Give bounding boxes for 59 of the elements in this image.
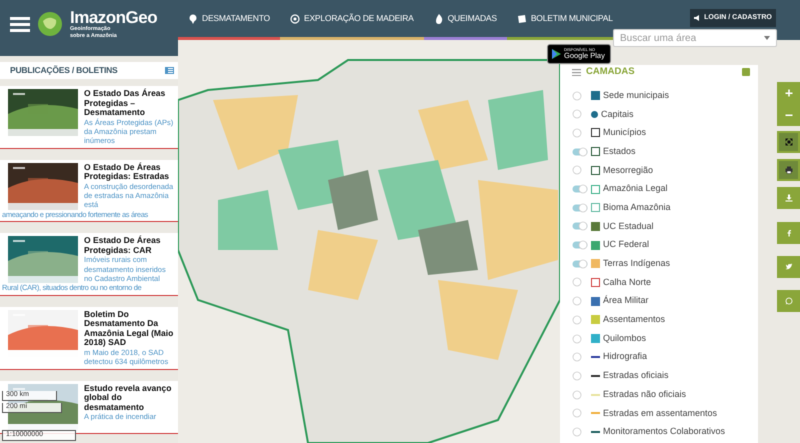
bird-icon <box>784 262 794 272</box>
zoom-out-button[interactable] <box>777 104 800 126</box>
layer-label: Sede municipais <box>603 88 670 102</box>
sidebar-title: PUBLICAÇÕES / BOLETINS <box>10 64 118 77</box>
layer-label: Estradas em assentamentos <box>603 406 718 420</box>
layer-label: Assentamentos <box>603 313 666 326</box>
whatsapp-button[interactable] <box>777 290 800 312</box>
menu-icon[interactable] <box>10 16 30 32</box>
download-button[interactable] <box>777 187 800 209</box>
target-icon <box>290 14 300 24</box>
toggle-switch[interactable] <box>572 202 588 213</box>
layer-label: Amazônia Legal <box>603 182 668 196</box>
twitter-button[interactable] <box>777 256 800 278</box>
plus-icon <box>784 88 794 98</box>
chat-bubble-icon <box>784 296 794 306</box>
layer-label: UC Federal <box>603 238 650 252</box>
layer-label: Municípios <box>603 126 646 140</box>
download-icon <box>784 193 794 203</box>
layer-label: UC Estadual <box>603 220 654 233</box>
publication-title: O Estado Das Áreas Protegidas – Desmatamento <box>84 89 166 118</box>
layer-label: Terras Indígenas <box>603 257 670 270</box>
layer-label: Estados <box>603 144 636 158</box>
caret-icon <box>764 36 770 40</box>
fullscreen-icon <box>784 137 794 147</box>
toggle-switch[interactable] <box>572 146 588 157</box>
publication-title: O Estado De Áreas Protegidas: CAR <box>84 236 162 256</box>
fullscreen-button[interactable] <box>777 131 800 153</box>
publication-title: Estudo revela avanço global do desmatamento <box>84 384 172 412</box>
layer-label: Hidrografia <box>603 350 648 364</box>
layer-label: Estradas não oficiais <box>603 388 686 401</box>
layer-label: Quilombos <box>603 332 646 345</box>
list-icon[interactable] <box>165 67 174 74</box>
globe-icon <box>37 11 63 37</box>
layers-title: CAMADAS <box>586 65 635 79</box>
layer-label: Mesorregião <box>603 164 654 177</box>
layer-label: Monitoramentos Colaborativos <box>603 425 726 438</box>
layer-label: Estradas oficiais <box>603 369 669 382</box>
play-icon <box>552 49 561 59</box>
layer-label: Calha Norte <box>603 276 652 289</box>
collapse-button[interactable] <box>742 68 750 76</box>
toggle-switch[interactable] <box>572 240 588 250</box>
layer-label: Capitais <box>601 108 634 121</box>
toggle-switch[interactable] <box>572 184 588 194</box>
layer-label: Bioma Amazônia <box>603 200 671 214</box>
nav-tab[interactable]: DESMATAMENTO <box>178 0 280 40</box>
toggle-switch[interactable] <box>572 258 588 269</box>
logo-text: ImazonGeo <box>70 9 158 26</box>
publication-title: Boletim Do Desmatamento Da Amazônia Legal (Maio 2018) SAD <box>84 310 174 348</box>
publication-title: O Estado De Áreas Protegidas: Estradas <box>84 162 170 182</box>
zoom-in-button[interactable] <box>777 82 800 104</box>
speaker-icon <box>694 15 702 21</box>
printer-icon <box>784 165 794 175</box>
print-button[interactable] <box>777 159 800 181</box>
facebook-button[interactable] <box>777 222 800 244</box>
nav-tab[interactable]: EXPLORAÇÃO DE MADEIRA <box>280 0 424 40</box>
nav-tab[interactable]: QUEIMADAS <box>424 0 507 40</box>
toggle-switch[interactable] <box>572 221 588 232</box>
layer-label: Área Militar <box>603 294 649 308</box>
pin-icon <box>188 14 198 24</box>
